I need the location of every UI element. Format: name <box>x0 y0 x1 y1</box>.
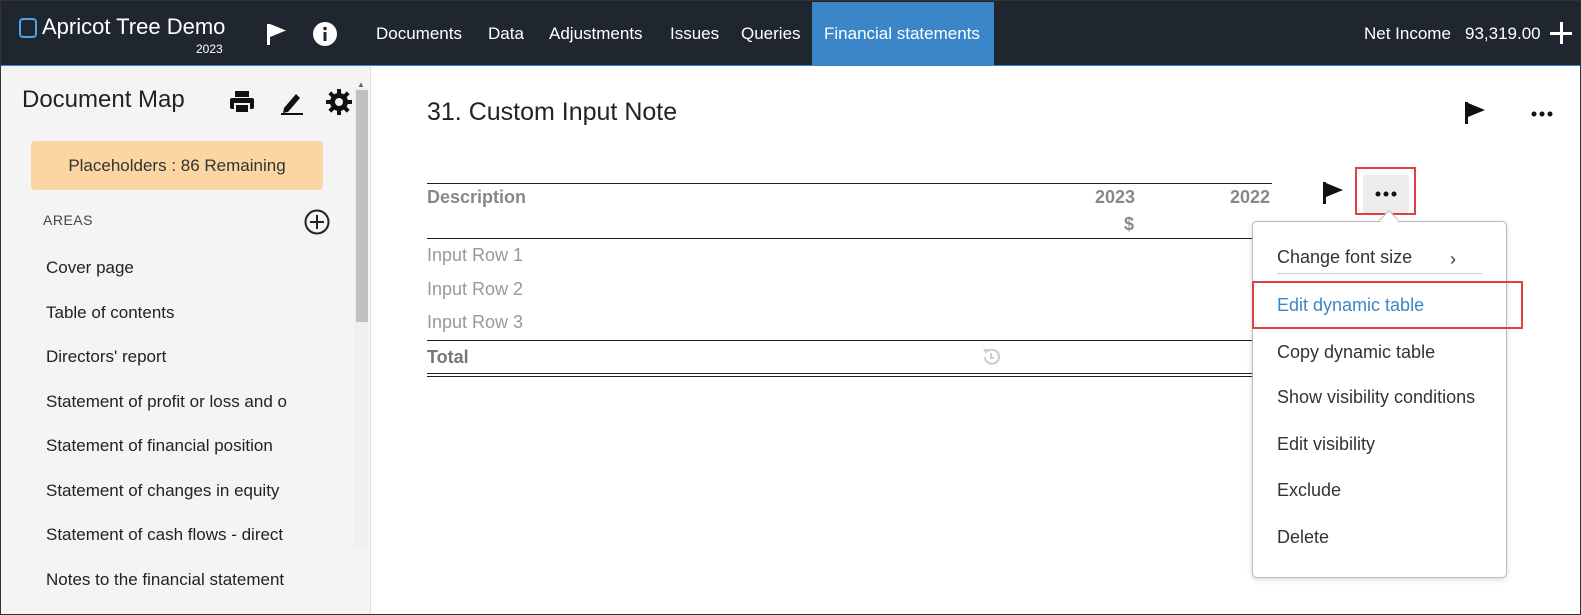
sidebar-item-table-of-contents[interactable]: Table of contents <box>46 303 346 323</box>
top-bar: Apricot Tree Demo 2023 Documents Data Ad… <box>1 1 1580 66</box>
nav-adjustments[interactable]: Adjustments <box>537 2 655 66</box>
document-map-sidebar: Document Map Placeholders : 86 Remaining… <box>1 66 371 614</box>
table-total-border <box>427 340 1272 341</box>
flag-icon[interactable] <box>1320 180 1346 206</box>
sidebar-item-profit-or-loss[interactable]: Statement of profit or loss and o <box>46 392 346 412</box>
document-map-title: Document Map <box>22 86 185 113</box>
sidebar-item-cover-page[interactable]: Cover page <box>46 258 346 278</box>
app-logo-icon <box>19 18 37 38</box>
table-total-label: Total <box>427 347 469 367</box>
highlight-edit-dynamic-table <box>1252 281 1523 329</box>
flag-icon[interactable] <box>1462 100 1488 126</box>
nav-queries[interactable]: Queries <box>729 2 813 66</box>
areas-heading: AREAS <box>43 212 93 228</box>
table-header-2022: 2022 <box>1230 187 1271 207</box>
menu-item-copy-dynamic-table[interactable]: Copy dynamic table <box>1277 342 1435 363</box>
table-header-2023: 2023 <box>1095 187 1136 207</box>
print-icon[interactable] <box>228 88 256 116</box>
table-header-border <box>427 238 1272 239</box>
table-row[interactable]: Input Row 2 <box>427 279 523 300</box>
menu-item-exclude[interactable]: Exclude <box>1277 480 1341 501</box>
menu-divider <box>1277 273 1482 274</box>
undo-icon[interactable] <box>980 346 1002 368</box>
edit-icon[interactable] <box>278 88 306 116</box>
gear-icon[interactable] <box>325 88 353 116</box>
sidebar-item-notes[interactable]: Notes to the financial statement <box>46 570 346 590</box>
table-header-description: Description <box>427 187 527 207</box>
collapse-icon-tick <box>1560 22 1563 44</box>
menu-item-edit-visibility[interactable]: Edit visibility <box>1277 434 1375 455</box>
table-row[interactable]: Input Row 1 <box>427 245 523 266</box>
highlight-more-button <box>1355 167 1416 215</box>
info-icon[interactable] <box>312 21 338 47</box>
menu-item-change-font-size[interactable]: Change font size <box>1277 247 1412 268</box>
app-title: Apricot Tree Demo <box>42 14 226 39</box>
more-icon[interactable] <box>1530 104 1554 124</box>
nav-data[interactable]: Data <box>476 2 536 66</box>
table-row[interactable]: Input Row 3 <box>427 312 523 333</box>
placeholders-remaining-badge[interactable]: Placeholders : 86 Remaining <box>31 141 323 190</box>
flag-icon[interactable] <box>264 21 290 47</box>
sidebar-item-changes-in-equity[interactable]: Statement of changes in equity <box>46 481 346 501</box>
note-title: 31. Custom Input Note <box>427 98 678 126</box>
nav-issues[interactable]: Issues <box>658 2 731 66</box>
net-income-value: 93,319.00 <box>1465 24 1541 43</box>
menu-item-show-visibility-conditions[interactable]: Show visibility conditions <box>1277 387 1475 408</box>
scroll-up-arrow-icon[interactable]: ▲ <box>357 80 365 89</box>
sidebar-item-financial-position[interactable]: Statement of financial position <box>46 436 346 456</box>
table-bottom-border-double <box>427 376 1272 377</box>
chevron-right-icon: › <box>1450 249 1456 269</box>
sidebar-item-cash-flows[interactable]: Statement of cash flows - direct <box>46 525 346 545</box>
net-income-label: Net Income <box>1364 24 1451 43</box>
add-circle-icon[interactable] <box>303 208 331 236</box>
table-header-unit: $ <box>1124 214 1135 234</box>
table-top-border <box>427 183 1272 184</box>
app-year: 2023 <box>196 42 223 56</box>
sidebar-item-directors-report[interactable]: Directors' report <box>46 347 346 367</box>
menu-item-delete[interactable]: Delete <box>1277 527 1329 548</box>
nav-financial-statements[interactable]: Financial statements <box>812 2 994 66</box>
nav-documents[interactable]: Documents <box>364 2 474 66</box>
sidebar-scrollbar-thumb[interactable] <box>356 90 368 322</box>
table-bottom-border <box>427 373 1272 374</box>
